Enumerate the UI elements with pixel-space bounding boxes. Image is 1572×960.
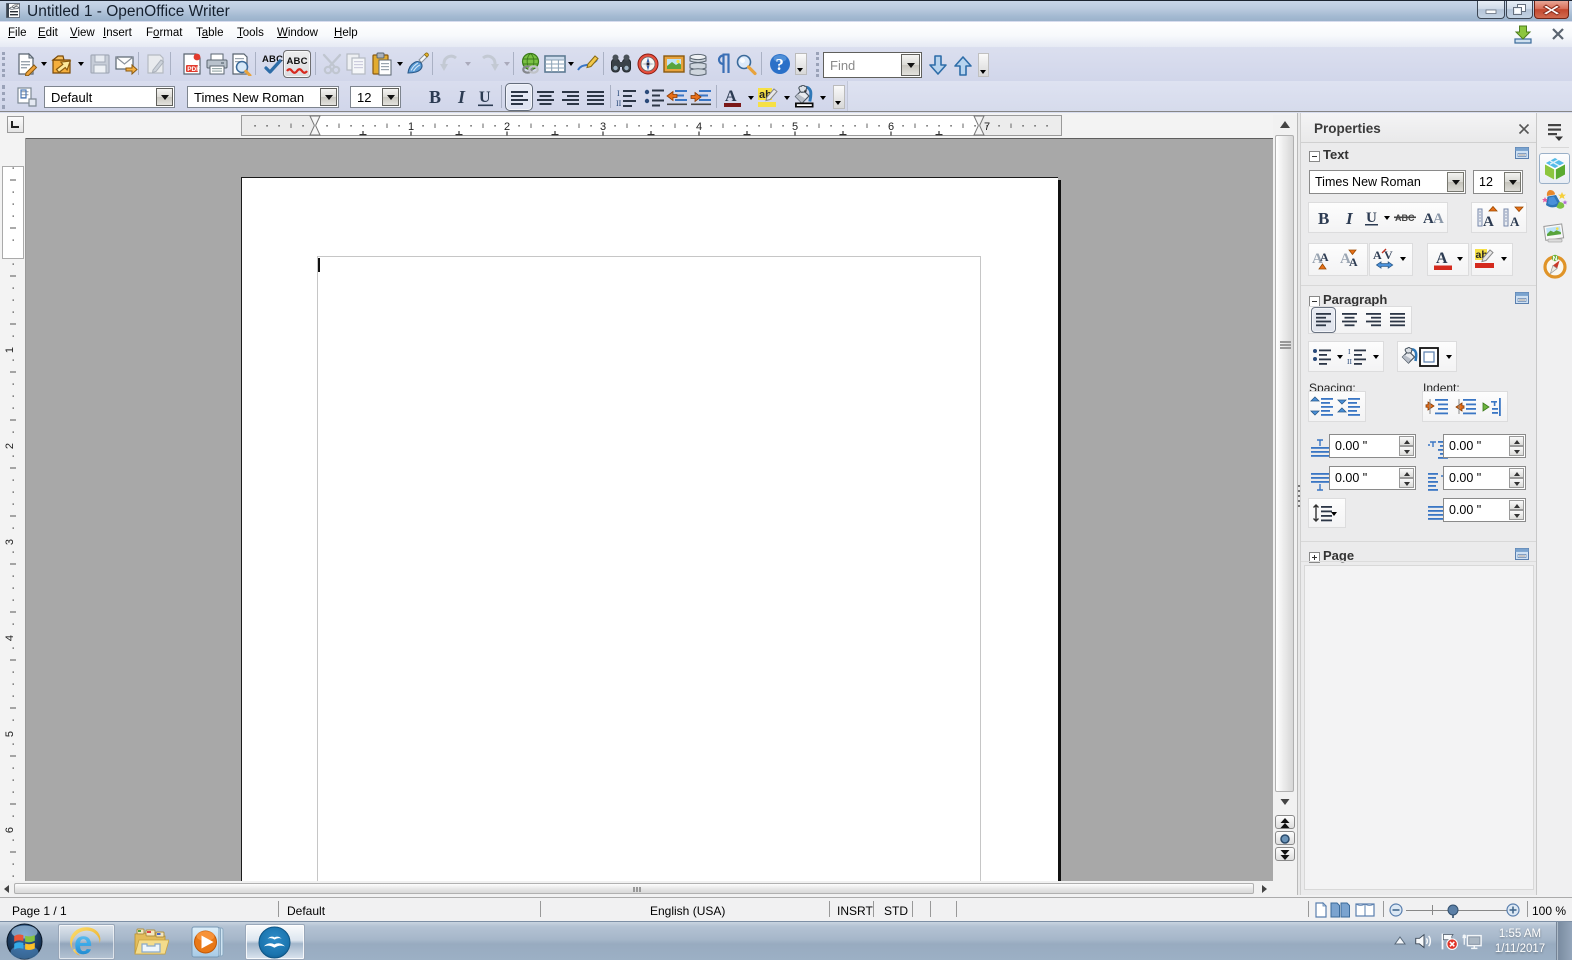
- svg-text:7: 7: [984, 121, 990, 133]
- svg-text:4: 4: [696, 121, 702, 133]
- svg-text:3: 3: [4, 539, 16, 545]
- svg-text:A: A: [1373, 248, 1382, 262]
- svg-text:I: I: [1348, 347, 1351, 356]
- svg-text:5: 5: [4, 731, 16, 737]
- svg-text:U: U: [479, 89, 491, 106]
- svg-text:II: II: [616, 99, 622, 108]
- svg-text:N: N: [1553, 255, 1558, 262]
- svg-text:A: A: [1510, 214, 1520, 229]
- svg-text:2: 2: [4, 443, 16, 449]
- svg-text:4: 4: [4, 635, 16, 641]
- svg-text:U: U: [1366, 210, 1377, 226]
- svg-text:II: II: [1347, 357, 1352, 366]
- svg-text:2: 2: [504, 121, 510, 133]
- svg-text:3: 3: [600, 121, 606, 133]
- svg-text:5: 5: [792, 121, 798, 133]
- svg-text:PDF: PDF: [187, 66, 200, 73]
- svg-text:I: I: [457, 87, 466, 107]
- svg-text:6: 6: [4, 827, 16, 833]
- svg-text:A: A: [1483, 214, 1494, 229]
- svg-text:1: 1: [4, 347, 16, 353]
- svg-text:A: A: [1433, 211, 1444, 227]
- svg-text:B: B: [429, 87, 441, 107]
- svg-text:I: I: [617, 89, 620, 98]
- svg-text:I: I: [1345, 209, 1354, 228]
- svg-text:1: 1: [408, 121, 414, 133]
- svg-text:A: A: [1320, 250, 1329, 264]
- svg-text:A: A: [1349, 255, 1358, 269]
- svg-text:A: A: [1436, 250, 1448, 267]
- svg-text:?: ?: [776, 55, 784, 74]
- svg-text:A: A: [725, 88, 737, 105]
- svg-text:ABC: ABC: [287, 56, 308, 67]
- svg-text:6: 6: [888, 121, 894, 133]
- svg-text:B: B: [1318, 209, 1329, 228]
